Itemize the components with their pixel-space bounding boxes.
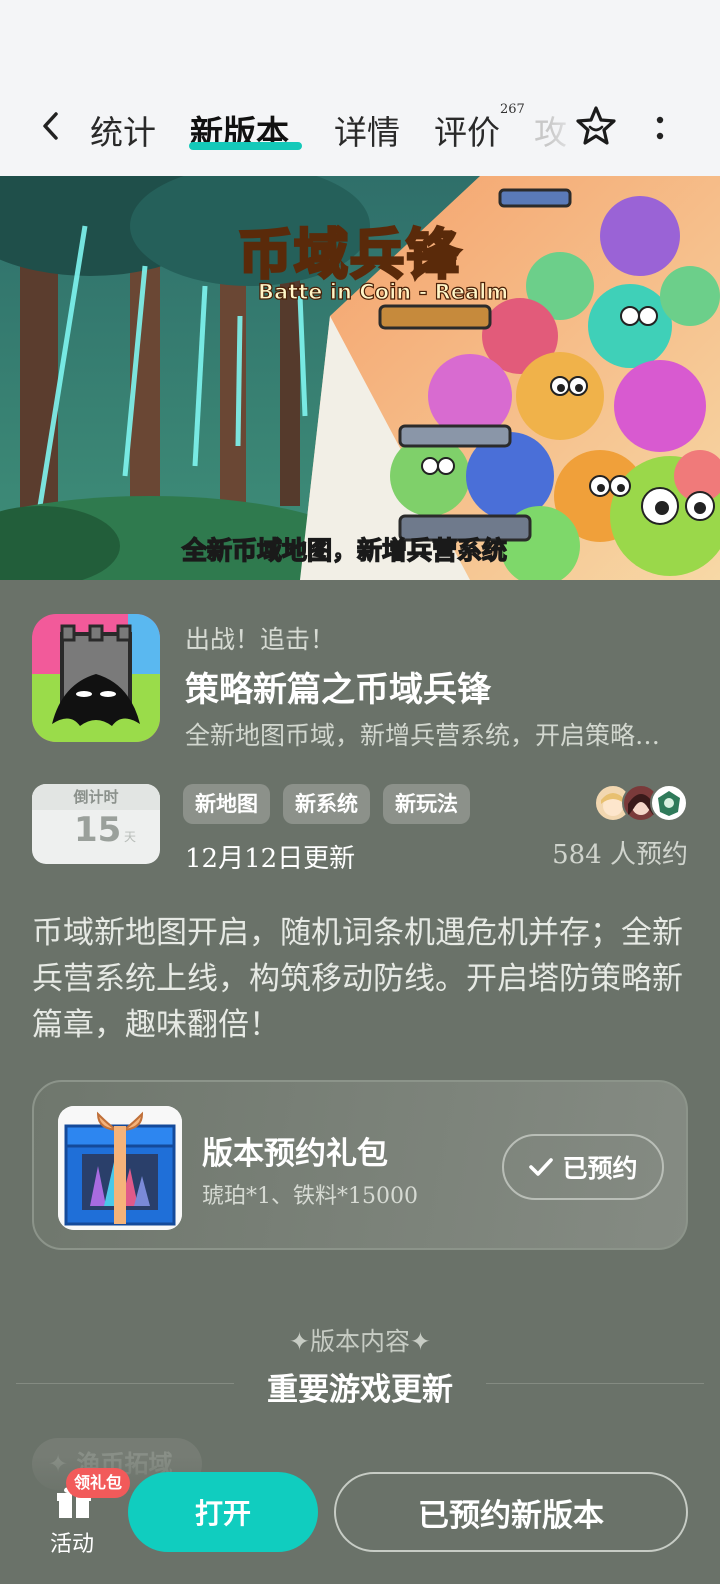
app-eyebrow: 出战！追击！ <box>185 625 336 654</box>
tag-new-map: 新地图 <box>183 784 270 824</box>
gift-reserved-label: 已预约 <box>562 1154 638 1183</box>
tag-new-system: 新系统 <box>283 784 370 824</box>
countdown-number: 15 <box>74 810 122 850</box>
app-icon[interactable] <box>32 614 160 742</box>
gift-badge: 领礼包 <box>66 1468 131 1498</box>
tab-nav: 统计 新版本 详情 评价 267 攻 <box>0 96 720 160</box>
section-title: 重要游戏更新 <box>267 1372 453 1408</box>
gift-pack-title: 版本预约礼包 <box>202 1136 388 1172</box>
section-divider-right <box>486 1383 704 1384</box>
update-date: 12月12日更新 <box>185 844 356 874</box>
reserved-version-button[interactable]: 已预约新版本 <box>334 1472 688 1552</box>
banner-title: 币域兵锋 <box>237 222 462 288</box>
reviews-count-badge: 267 <box>500 102 525 117</box>
hero-banner[interactable]: 币域兵锋 Batte in Coin - Realm 全新币域地图，新增兵营系统 <box>0 176 720 580</box>
countdown-label: 倒计时 <box>32 784 160 810</box>
avatar <box>650 784 688 822</box>
back-arrow-icon[interactable] <box>36 110 68 142</box>
top-bar: 统计 新版本 详情 评价 267 攻 <box>0 0 720 176</box>
tab-stats[interactable]: 统计 <box>90 106 156 154</box>
app-subtitle: 全新地图币域，新增兵营系统，开启策略新篇章，趣味翻倍！ <box>185 721 680 750</box>
countdown-card: 倒计时 15 天 <box>32 784 160 864</box>
app-title: 策略新篇之币域兵锋 <box>185 670 491 710</box>
gift-pack-contents: 琥珀*1、铁料*15000 <box>202 1184 418 1209</box>
tag-new-gameplay: 新玩法 <box>383 784 470 824</box>
banner-subtitle: Batte in Coin - Realm <box>257 279 509 304</box>
tab-details[interactable]: 详情 <box>334 106 400 154</box>
active-tab-indicator <box>189 142 302 150</box>
tab-reviews[interactable]: 评价 <box>434 106 500 154</box>
countdown-unit: 天 <box>124 830 137 844</box>
reserver-avatars <box>594 784 690 822</box>
gift-pack-card[interactable]: 版本预约礼包 琥珀*1、铁料*15000 已预约 <box>32 1080 688 1250</box>
section-kicker: ✦版本内容✦ <box>289 1327 431 1356</box>
gift-reserved-button[interactable]: 已预约 <box>502 1134 664 1200</box>
open-button[interactable]: 打开 <box>128 1472 318 1552</box>
more-menu-icon[interactable] <box>654 112 666 144</box>
activity-label: 活动 <box>50 1532 95 1557</box>
check-icon <box>529 1158 554 1176</box>
banner-caption: 全新币域地图，新增兵营系统 <box>181 535 508 565</box>
reserve-count: 584 人预约 <box>552 840 688 870</box>
gift-box-image <box>58 1106 182 1230</box>
star-favorite-icon[interactable] <box>574 104 618 148</box>
version-description: 币域新地图开启，随机词条机遇危机并存；全新兵营系统上线，构筑移动防线。开启塔防策… <box>32 915 683 1043</box>
